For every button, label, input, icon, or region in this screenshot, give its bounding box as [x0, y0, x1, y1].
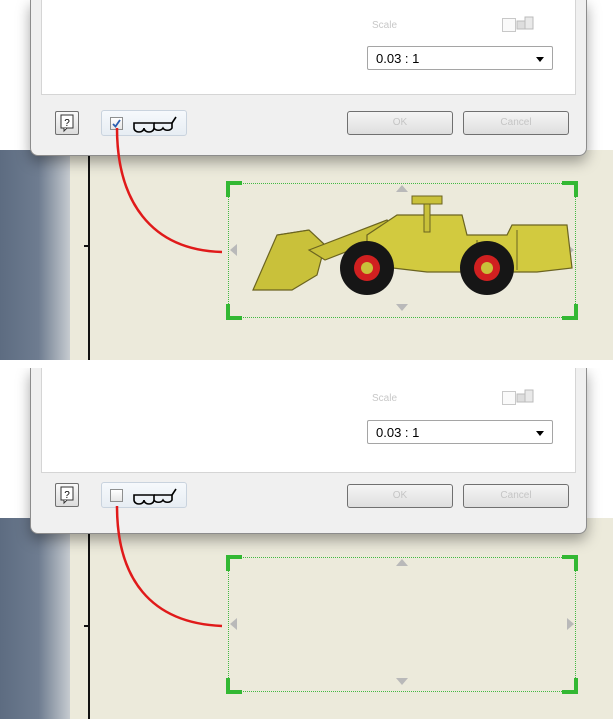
callout-line — [115, 127, 223, 254]
callout-line — [115, 505, 223, 628]
panel-preview-off: Scale 0.03 : 1 ? OK Cancel — [0, 368, 613, 719]
panel-preview-on: Scale 0.03 : 1 ? OK Cancel — [0, 0, 613, 360]
